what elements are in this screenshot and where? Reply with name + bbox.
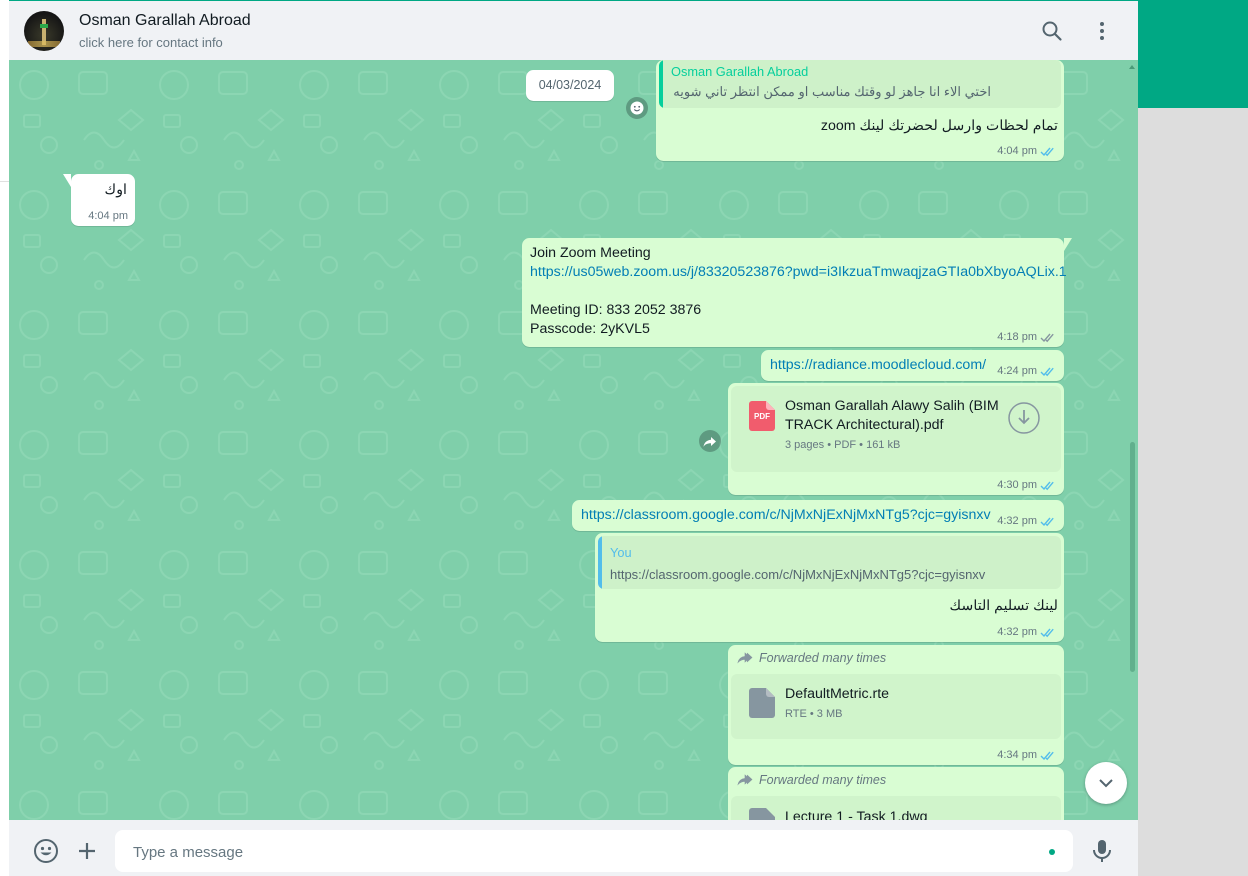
quoted-text: اختي الاء انا جاهز لو وقتك مناسب او ممكن… (673, 84, 991, 99)
message-time: 4:30 pm (997, 479, 1037, 491)
message-time: 4:04 pm (997, 145, 1037, 157)
document-name: Lecture 1 - Task 1.dwg (785, 809, 928, 820)
read-ticks-icon (1040, 481, 1054, 490)
read-ticks-icon (1040, 628, 1054, 637)
forwarded-label: Forwarded many times (736, 651, 886, 665)
conversation-header[interactable]: Osman Garallah Abroad click here for con… (9, 0, 1138, 60)
message-text: Join Zoom Meeting (530, 245, 651, 261)
message-list[interactable]: 04/03/2024 Osman Garallah Abroad اختي ال… (9, 60, 1138, 820)
date-divider: 04/03/2024 (526, 70, 614, 101)
background-accent-band (1138, 0, 1248, 108)
file-icon (749, 688, 775, 718)
message-time: 4:18 pm (997, 331, 1037, 343)
meeting-id: Meeting ID: 833 2052 3876 (530, 302, 702, 318)
read-ticks-icon (1040, 367, 1054, 376)
scrollbar-thumb[interactable] (1130, 442, 1135, 672)
classroom-link[interactable]: https://classroom.google.com/c/NjMxNjExN… (581, 506, 991, 525)
message-time: 4:24 pm (997, 365, 1037, 377)
forward-icon[interactable] (698, 429, 722, 453)
document-card[interactable]: DefaultMetric.rte RTE • 3 MB (731, 674, 1061, 739)
search-icon[interactable] (1040, 19, 1064, 43)
document-card[interactable]: PDF Osman Garallah Alawy Salih (BIM TRAC… (731, 386, 1061, 472)
outgoing-message[interactable]: Join Zoom Meeting https://us05web.zoom.u… (522, 238, 1072, 347)
react-emoji-icon[interactable] (625, 96, 649, 120)
message-text: تمام لحظات وارسل لحضرتك لينك zoom (820, 118, 1058, 134)
bubble-tail (63, 174, 71, 187)
forwarded-many-icon (737, 652, 753, 664)
chevron-down-icon (1099, 779, 1113, 788)
quoted-author: You (610, 545, 632, 560)
read-ticks-icon (1040, 147, 1054, 156)
outgoing-reply-message[interactable]: You https://classroom.google.com/c/NjMxN… (595, 533, 1064, 642)
contact-name[interactable]: Osman Garallah Abroad (79, 12, 251, 30)
message-time: 4:04 pm (88, 210, 128, 222)
menu-icon[interactable] (1090, 19, 1114, 43)
chat-list-edge (0, 0, 9, 876)
scroll-up-arrow-icon[interactable] (1128, 63, 1136, 71)
message-text: اوك (104, 182, 128, 198)
emoji-icon[interactable] (33, 838, 59, 864)
zoom-meeting-link[interactable]: https://us05web.zoom.us/j/83320523876?pw… (530, 263, 1067, 282)
document-name-line-2: TRACK Architectural).pdf (785, 417, 944, 433)
message-input[interactable] (131, 830, 1035, 874)
mic-icon[interactable] (1090, 838, 1114, 864)
outgoing-message[interactable]: https://classroom.google.com/c/NjMxNjExN… (572, 500, 1064, 531)
document-card[interactable]: Lecture 1 - Task 1.dwg (731, 796, 1061, 820)
meeting-passcode: Passcode: 2yKVL5 (530, 321, 650, 337)
read-ticks-icon (1040, 751, 1054, 760)
message-time: 4:32 pm (997, 515, 1037, 527)
outgoing-message[interactable]: Osman Garallah Abroad اختي الاء انا جاهز… (656, 60, 1064, 161)
document-name: DefaultMetric.rte (785, 686, 890, 702)
status-dot (1049, 849, 1055, 855)
scroll-to-bottom-button[interactable] (1085, 762, 1127, 804)
message-text: لينك تسليم التاسك (949, 598, 1058, 614)
bubble-tail (1064, 238, 1072, 251)
forwarded-many-icon (737, 774, 753, 786)
download-icon[interactable] (1007, 401, 1041, 435)
delivered-ticks-icon (1040, 333, 1054, 342)
message-time: 4:34 pm (997, 749, 1037, 761)
plus-icon[interactable] (75, 839, 99, 863)
document-meta: RTE • 3 MB (785, 708, 843, 720)
outgoing-message[interactable]: https://radiance.moodlecloud.com/ 4:24 p… (761, 350, 1064, 381)
document-name-line-1: Osman Garallah Alawy Salih (BIM (785, 398, 999, 414)
background-panel (1138, 108, 1248, 876)
read-ticks-icon (1040, 517, 1054, 526)
pdf-badge: PDF (754, 412, 770, 421)
file-icon (749, 808, 775, 820)
quoted-message[interactable]: Osman Garallah Abroad اختي الاء انا جاهز… (659, 60, 1061, 108)
message-time: 4:32 pm (997, 626, 1037, 638)
quoted-message[interactable]: You https://classroom.google.com/c/NjMxN… (598, 536, 1061, 589)
avatar[interactable] (24, 11, 64, 51)
message-input-container[interactable] (115, 830, 1073, 874)
forwarded-label: Forwarded many times (736, 773, 886, 787)
contact-info-hint[interactable]: click here for contact info (79, 35, 223, 50)
forwarded-document-message[interactable]: Forwarded many times Lecture 1 - Task 1.… (728, 767, 1064, 820)
outgoing-document-message[interactable]: PDF Osman Garallah Alawy Salih (BIM TRAC… (728, 383, 1064, 495)
document-meta: 3 pages • PDF • 161 kB (785, 439, 901, 451)
conversation-panel: Osman Garallah Abroad click here for con… (9, 0, 1138, 876)
forwarded-document-message[interactable]: Forwarded many times DefaultMetric.rte R… (728, 645, 1064, 765)
incoming-message[interactable]: اوك 4:04 pm (63, 174, 135, 226)
quoted-text: https://classroom.google.com/c/NjMxNjExN… (610, 567, 986, 582)
message-composer (9, 820, 1138, 876)
moodle-link[interactable]: https://radiance.moodlecloud.com/ (770, 356, 986, 375)
quoted-author: Osman Garallah Abroad (671, 64, 809, 79)
